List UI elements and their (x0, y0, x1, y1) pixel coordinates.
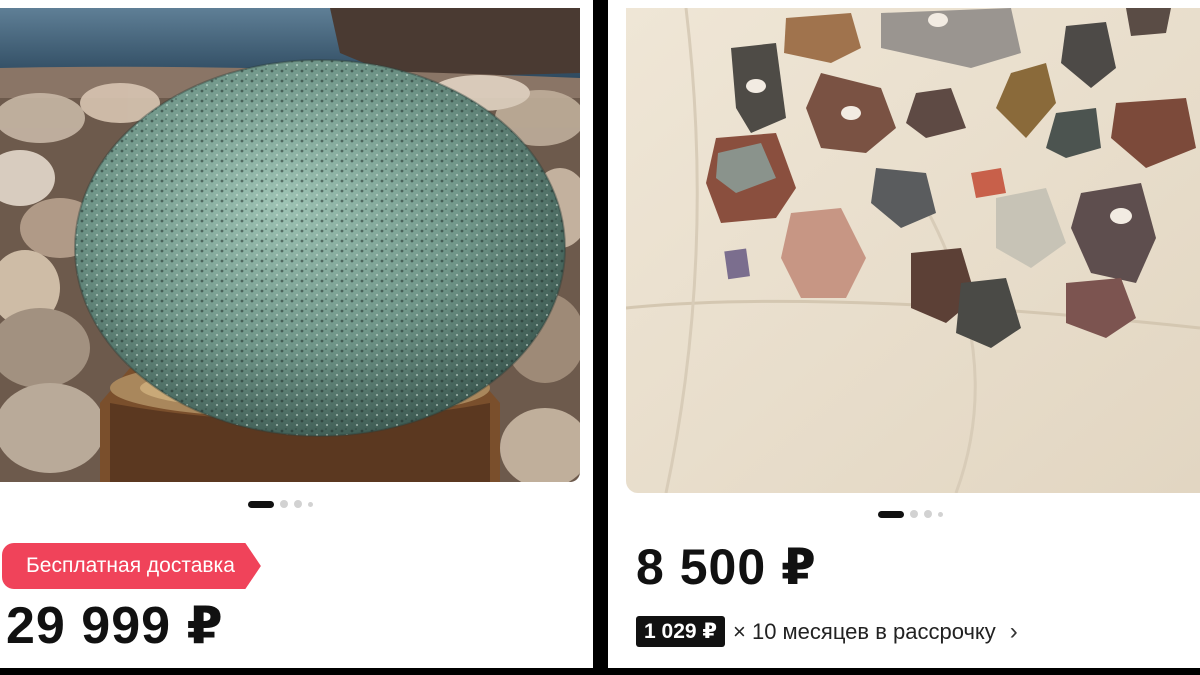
carousel-dot[interactable] (910, 510, 918, 518)
listing-card-1[interactable]: Бесплатная доставка 29 999 ₽ (0, 0, 593, 668)
carousel-dot[interactable] (924, 510, 932, 518)
rocks-photo (626, 8, 1200, 493)
carousel-dot-active[interactable] (878, 510, 904, 518)
installment-offer[interactable]: 1 029 ₽ × 10 месяцев в рассрочку › (636, 616, 1018, 647)
carousel-dot-active[interactable] (248, 500, 274, 508)
product-price: 8 500 ₽ (636, 539, 817, 595)
carousel-dot[interactable] (280, 500, 288, 508)
product-photo[interactable] (0, 8, 580, 482)
product-price: 29 999 ₽ (6, 597, 224, 655)
installment-term: × 10 месяцев в рассрочку (733, 618, 996, 644)
carousel-dot[interactable] (294, 500, 302, 508)
free-delivery-badge: Бесплатная доставка (2, 543, 261, 589)
boulder-photo (0, 8, 580, 482)
carousel-dot[interactable] (938, 511, 943, 517)
carousel-dots[interactable] (248, 500, 313, 508)
listing-card-2[interactable]: 8 500 ₽ 1 029 ₽ × 10 месяцев в рассрочку… (608, 0, 1200, 668)
product-photo[interactable] (626, 8, 1200, 493)
installment-amount: 1 029 ₽ (636, 616, 725, 647)
carousel-dots[interactable] (878, 510, 943, 518)
chevron-right-icon[interactable]: › (1010, 618, 1018, 646)
badge-label: Бесплатная доставка (26, 554, 235, 577)
carousel-dot[interactable] (308, 501, 313, 507)
